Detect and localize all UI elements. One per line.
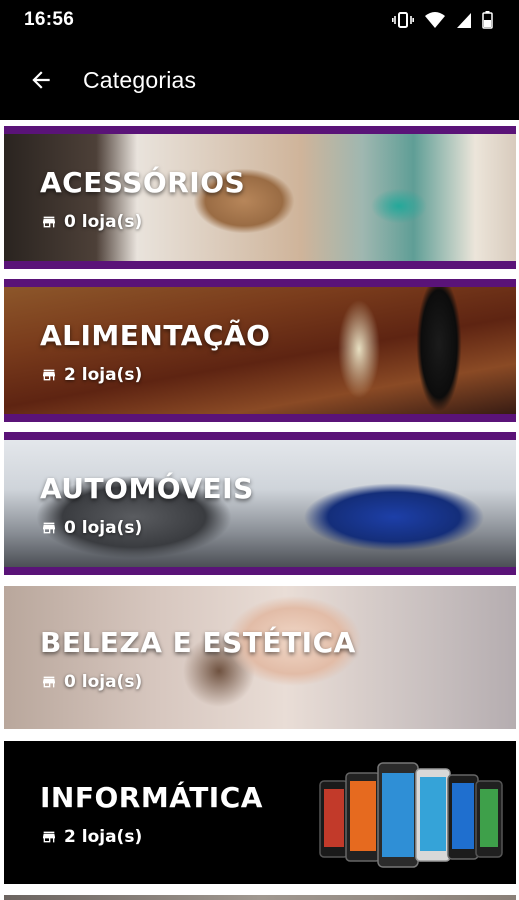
store-count-text: 0 loja(s)	[64, 518, 143, 538]
store-count-text: 2 loja(s)	[64, 365, 143, 385]
category-card-alimentacao[interactable]: ALIMENTAÇÃO 2 loja(s)	[4, 279, 516, 422]
store-count-text: 0 loja(s)	[64, 212, 143, 232]
category-list: ACESSÓRIOS 0 loja(s) ALIMENTAÇÃO 2 loja(…	[0, 120, 519, 900]
store-icon	[43, 831, 55, 843]
smartphones-image	[319, 762, 503, 868]
category-card-beleza-e-estetica[interactable]: BELEZA E ESTÉTICA 0 loja(s)	[4, 586, 516, 729]
store-count: 0 loja(s)	[40, 672, 142, 692]
category-title: INFORMÁTICA	[40, 781, 263, 814]
store-count-text: 2 loja(s)	[64, 827, 143, 847]
category-card-acessorios[interactable]: ACESSÓRIOS 0 loja(s)	[4, 126, 516, 269]
app-bar: Categorias	[0, 40, 519, 120]
store-count: 0 loja(s)	[40, 212, 142, 232]
vibrate-icon	[392, 12, 414, 28]
signal-icon	[457, 13, 471, 28]
store-icon	[43, 522, 55, 534]
store-count: 2 loja(s)	[40, 827, 142, 847]
wifi-icon	[425, 12, 445, 28]
store-count-text: 0 loja(s)	[64, 672, 143, 692]
status-icons	[392, 11, 493, 29]
category-title: ACESSÓRIOS	[40, 166, 246, 199]
store-count: 0 loja(s)	[40, 518, 142, 538]
category-title: ALIMENTAÇÃO	[40, 319, 271, 352]
status-bar: 16:56	[0, 0, 519, 40]
store-icon	[43, 676, 55, 688]
category-card-automoveis[interactable]: AUTOMÓVEIS 0 loja(s)	[4, 432, 516, 575]
arrow-back-icon	[32, 71, 50, 89]
category-title: AUTOMÓVEIS	[40, 472, 254, 505]
category-card-informatica[interactable]: INFORMÁTICA 2 loja(s)	[4, 741, 516, 884]
category-title: BELEZA E ESTÉTICA	[40, 626, 356, 659]
store-icon	[43, 216, 55, 228]
store-count: 2 loja(s)	[40, 365, 142, 385]
battery-icon	[482, 11, 493, 29]
status-time: 16:56	[24, 9, 75, 30]
page-title: Categorias	[83, 66, 197, 93]
back-button[interactable]	[26, 65, 56, 95]
category-card-partial[interactable]	[4, 895, 516, 900]
store-icon	[43, 369, 55, 381]
